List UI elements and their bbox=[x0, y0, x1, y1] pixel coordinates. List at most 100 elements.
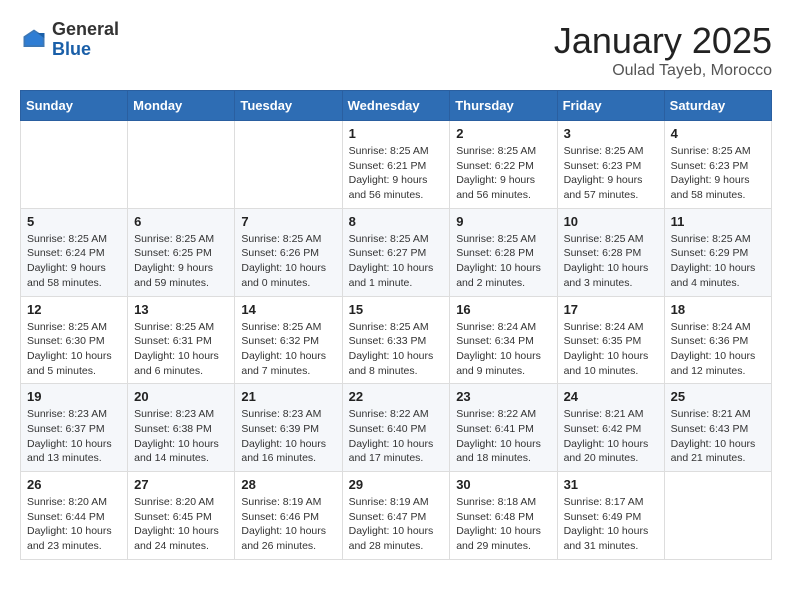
day-info: Sunrise: 8:25 AMSunset: 6:23 PMDaylight:… bbox=[671, 144, 765, 203]
title-section: January 2025 Oulad Tayeb, Morocco bbox=[554, 20, 772, 80]
logo-general: General bbox=[52, 20, 119, 40]
calendar-cell: 2 Sunrise: 8:25 AMSunset: 6:22 PMDaylight… bbox=[450, 121, 557, 209]
week-row-1: 1 Sunrise: 8:25 AMSunset: 6:21 PMDaylight… bbox=[21, 121, 772, 209]
calendar-cell: 19 Sunrise: 8:23 AMSunset: 6:37 PMDayligh… bbox=[21, 384, 128, 472]
logo-icon bbox=[20, 26, 48, 54]
week-row-2: 5 Sunrise: 8:25 AMSunset: 6:24 PMDaylight… bbox=[21, 208, 772, 296]
day-info: Sunrise: 8:25 AMSunset: 6:32 PMDaylight:… bbox=[241, 320, 335, 379]
day-number: 20 bbox=[134, 389, 228, 404]
day-info: Sunrise: 8:25 AMSunset: 6:24 PMDaylight:… bbox=[27, 232, 121, 291]
day-info: Sunrise: 8:18 AMSunset: 6:48 PMDaylight:… bbox=[456, 495, 550, 554]
calendar-table: SundayMondayTuesdayWednesdayThursdayFrid… bbox=[20, 90, 772, 560]
day-number: 4 bbox=[671, 126, 765, 141]
calendar-cell: 3 Sunrise: 8:25 AMSunset: 6:23 PMDaylight… bbox=[557, 121, 664, 209]
day-info: Sunrise: 8:17 AMSunset: 6:49 PMDaylight:… bbox=[564, 495, 658, 554]
day-number: 26 bbox=[27, 477, 121, 492]
day-info: Sunrise: 8:21 AMSunset: 6:42 PMDaylight:… bbox=[564, 407, 658, 466]
day-number: 1 bbox=[349, 126, 444, 141]
logo: General Blue bbox=[20, 20, 119, 60]
calendar-cell bbox=[235, 121, 342, 209]
header-row: SundayMondayTuesdayWednesdayThursdayFrid… bbox=[21, 91, 772, 121]
calendar-cell: 27 Sunrise: 8:20 AMSunset: 6:45 PMDayligh… bbox=[128, 472, 235, 560]
day-number: 30 bbox=[456, 477, 550, 492]
calendar-cell: 10 Sunrise: 8:25 AMSunset: 6:28 PMDayligh… bbox=[557, 208, 664, 296]
calendar-cell bbox=[664, 472, 771, 560]
calendar-cell: 1 Sunrise: 8:25 AMSunset: 6:21 PMDaylight… bbox=[342, 121, 450, 209]
day-info: Sunrise: 8:21 AMSunset: 6:43 PMDaylight:… bbox=[671, 407, 765, 466]
day-info: Sunrise: 8:24 AMSunset: 6:36 PMDaylight:… bbox=[671, 320, 765, 379]
calendar-cell: 4 Sunrise: 8:25 AMSunset: 6:23 PMDaylight… bbox=[664, 121, 771, 209]
calendar-cell: 8 Sunrise: 8:25 AMSunset: 6:27 PMDaylight… bbox=[342, 208, 450, 296]
week-row-4: 19 Sunrise: 8:23 AMSunset: 6:37 PMDayligh… bbox=[21, 384, 772, 472]
day-info: Sunrise: 8:20 AMSunset: 6:45 PMDaylight:… bbox=[134, 495, 228, 554]
logo-text: General Blue bbox=[52, 20, 119, 60]
calendar-cell: 11 Sunrise: 8:25 AMSunset: 6:29 PMDayligh… bbox=[664, 208, 771, 296]
day-number: 24 bbox=[564, 389, 658, 404]
day-number: 27 bbox=[134, 477, 228, 492]
day-number: 29 bbox=[349, 477, 444, 492]
calendar-cell: 15 Sunrise: 8:25 AMSunset: 6:33 PMDayligh… bbox=[342, 296, 450, 384]
day-number: 31 bbox=[564, 477, 658, 492]
calendar-cell: 16 Sunrise: 8:24 AMSunset: 6:34 PMDayligh… bbox=[450, 296, 557, 384]
day-number: 21 bbox=[241, 389, 335, 404]
week-row-5: 26 Sunrise: 8:20 AMSunset: 6:44 PMDayligh… bbox=[21, 472, 772, 560]
calendar-cell: 13 Sunrise: 8:25 AMSunset: 6:31 PMDayligh… bbox=[128, 296, 235, 384]
calendar-cell bbox=[21, 121, 128, 209]
day-number: 15 bbox=[349, 302, 444, 317]
calendar-cell: 9 Sunrise: 8:25 AMSunset: 6:28 PMDaylight… bbox=[450, 208, 557, 296]
day-info: Sunrise: 8:20 AMSunset: 6:44 PMDaylight:… bbox=[27, 495, 121, 554]
calendar-cell: 26 Sunrise: 8:20 AMSunset: 6:44 PMDayligh… bbox=[21, 472, 128, 560]
day-number: 6 bbox=[134, 214, 228, 229]
calendar-cell: 18Sunrise: 8:24 AMSunset: 6:36 PMDayligh… bbox=[664, 296, 771, 384]
day-number: 17 bbox=[564, 302, 658, 317]
day-number: 2 bbox=[456, 126, 550, 141]
day-info: Sunrise: 8:23 AMSunset: 6:37 PMDaylight:… bbox=[27, 407, 121, 466]
day-info: Sunrise: 8:25 AMSunset: 6:28 PMDaylight:… bbox=[564, 232, 658, 291]
header-day-friday: Friday bbox=[557, 91, 664, 121]
day-number: 10 bbox=[564, 214, 658, 229]
day-number: 16 bbox=[456, 302, 550, 317]
calendar-cell: 17 Sunrise: 8:24 AMSunset: 6:35 PMDayligh… bbox=[557, 296, 664, 384]
header-day-sunday: Sunday bbox=[21, 91, 128, 121]
header-day-wednesday: Wednesday bbox=[342, 91, 450, 121]
day-info: Sunrise: 8:25 AMSunset: 6:27 PMDaylight:… bbox=[349, 232, 444, 291]
calendar-cell: 30 Sunrise: 8:18 AMSunset: 6:48 PMDayligh… bbox=[450, 472, 557, 560]
day-number: 11 bbox=[671, 214, 765, 229]
calendar-cell: 28Sunrise: 8:19 AMSunset: 6:46 PMDayligh… bbox=[235, 472, 342, 560]
calendar-cell: 12Sunrise: 8:25 AMSunset: 6:30 PMDayligh… bbox=[21, 296, 128, 384]
day-info: Sunrise: 8:25 AMSunset: 6:21 PMDaylight:… bbox=[349, 144, 444, 203]
calendar-cell: 22Sunrise: 8:22 AMSunset: 6:40 PMDayligh… bbox=[342, 384, 450, 472]
day-number: 3 bbox=[564, 126, 658, 141]
day-number: 5 bbox=[27, 214, 121, 229]
day-info: Sunrise: 8:25 AMSunset: 6:23 PMDaylight:… bbox=[564, 144, 658, 203]
day-info: Sunrise: 8:25 AMSunset: 6:22 PMDaylight:… bbox=[456, 144, 550, 203]
day-info: Sunrise: 8:25 AMSunset: 6:30 PMDaylight:… bbox=[27, 320, 121, 379]
day-number: 28 bbox=[241, 477, 335, 492]
day-info: Sunrise: 8:23 AMSunset: 6:39 PMDaylight:… bbox=[241, 407, 335, 466]
day-info: Sunrise: 8:25 AMSunset: 6:29 PMDaylight:… bbox=[671, 232, 765, 291]
day-number: 9 bbox=[456, 214, 550, 229]
month-title: January 2025 bbox=[554, 20, 772, 62]
day-info: Sunrise: 8:25 AMSunset: 6:31 PMDaylight:… bbox=[134, 320, 228, 379]
day-number: 13 bbox=[134, 302, 228, 317]
calendar-cell: 7 Sunrise: 8:25 AMSunset: 6:26 PMDaylight… bbox=[235, 208, 342, 296]
calendar-cell: 14Sunrise: 8:25 AMSunset: 6:32 PMDayligh… bbox=[235, 296, 342, 384]
day-info: Sunrise: 8:25 AMSunset: 6:25 PMDaylight:… bbox=[134, 232, 228, 291]
day-info: Sunrise: 8:23 AMSunset: 6:38 PMDaylight:… bbox=[134, 407, 228, 466]
day-info: Sunrise: 8:25 AMSunset: 6:33 PMDaylight:… bbox=[349, 320, 444, 379]
calendar-cell: 20 Sunrise: 8:23 AMSunset: 6:38 PMDayligh… bbox=[128, 384, 235, 472]
day-number: 23 bbox=[456, 389, 550, 404]
day-info: Sunrise: 8:24 AMSunset: 6:34 PMDaylight:… bbox=[456, 320, 550, 379]
day-info: Sunrise: 8:25 AMSunset: 6:26 PMDaylight:… bbox=[241, 232, 335, 291]
calendar-cell: 21 Sunrise: 8:23 AMSunset: 6:39 PMDayligh… bbox=[235, 384, 342, 472]
day-number: 8 bbox=[349, 214, 444, 229]
day-number: 19 bbox=[27, 389, 121, 404]
day-info: Sunrise: 8:25 AMSunset: 6:28 PMDaylight:… bbox=[456, 232, 550, 291]
logo-blue: Blue bbox=[52, 40, 119, 60]
calendar-cell: 31 Sunrise: 8:17 AMSunset: 6:49 PMDayligh… bbox=[557, 472, 664, 560]
header-day-thursday: Thursday bbox=[450, 91, 557, 121]
calendar-cell bbox=[128, 121, 235, 209]
day-info: Sunrise: 8:24 AMSunset: 6:35 PMDaylight:… bbox=[564, 320, 658, 379]
day-number: 7 bbox=[241, 214, 335, 229]
day-info: Sunrise: 8:22 AMSunset: 6:40 PMDaylight:… bbox=[349, 407, 444, 466]
